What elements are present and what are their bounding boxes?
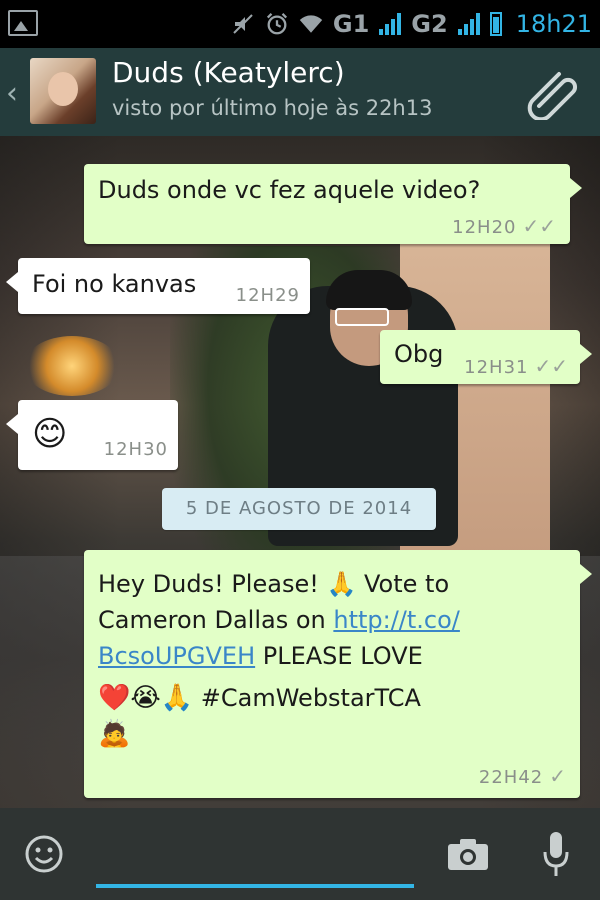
network-label-1: G1: [332, 10, 370, 38]
signal-icon: [379, 13, 402, 35]
smiley-icon[interactable]: [24, 834, 64, 874]
date-separator: 5 DE AGOSTO DE 2014: [162, 488, 436, 530]
wallpaper-person-cap: [326, 270, 412, 310]
message-text-part: Cameron Dallas on: [98, 606, 334, 634]
message-time: 12H20: [452, 217, 517, 238]
network-label-2: G2: [411, 10, 448, 38]
hashtag: #CamWebstarTCA: [193, 684, 421, 712]
avatar[interactable]: [30, 58, 96, 124]
battery-icon: [489, 12, 502, 36]
message-text-part: PLEASE LOVE: [255, 642, 423, 670]
message-line-5: 🙇: [98, 716, 566, 752]
message-line-4: ❤️😭🙏 #CamWebstarTCA: [98, 680, 566, 716]
message-bubble[interactable]: Duds onde vc fez aquele video? 12H20 ✓✓: [84, 164, 582, 244]
contact-name: Duds (Keatylerc): [112, 56, 345, 89]
message-text: Foi no kanvas: [32, 270, 197, 298]
smile-emoji: 😊: [32, 414, 68, 454]
message-text: Obg: [394, 340, 444, 368]
message-input[interactable]: [96, 828, 418, 884]
alarm-icon: [265, 12, 289, 36]
camera-icon[interactable]: [446, 836, 490, 872]
clock: 18h21: [515, 10, 592, 38]
input-underline: [96, 884, 414, 888]
microphone-icon[interactable]: [542, 830, 570, 880]
back-chevron-icon[interactable]: ‹: [6, 76, 18, 111]
message-bubble[interactable]: Hey Duds! Please! 🙏 Vote to Cameron Dall…: [84, 550, 592, 798]
image-notification-icon: [8, 10, 38, 36]
message-text: Duds onde vc fez aquele video?: [98, 176, 481, 204]
message-line-3: BcsoUPGVEH PLEASE LOVE: [98, 638, 566, 674]
last-seen: visto por último hoje às 22h13: [112, 96, 433, 120]
signal-icon-2: [457, 13, 480, 35]
chat-area[interactable]: Duds onde vc fez aquele video? 12H20 ✓✓ F…: [0, 136, 600, 808]
message-time: 12H31: [464, 357, 529, 378]
wifi-icon: [299, 12, 323, 36]
check-icon: ✓: [549, 764, 566, 788]
message-line-2: Cameron Dallas on http://t.co/: [98, 602, 566, 638]
message-bubble[interactable]: Foi no kanvas 12H29: [6, 258, 310, 314]
bow-emoji: 🙇: [98, 719, 131, 749]
emoji-group: ❤️😭🙏: [98, 683, 194, 713]
wallpaper-person-glasses: [335, 308, 389, 326]
message-link[interactable]: http://t.co/: [333, 606, 460, 634]
message-text-part: Hey Duds! Please!: [98, 570, 327, 598]
mute-icon: [231, 12, 255, 36]
message-link-continued[interactable]: BcsoUPGVEH: [98, 642, 255, 670]
input-bar: [0, 808, 600, 900]
status-icons: G1 G2 18h21: [231, 8, 592, 40]
chat-header[interactable]: ‹ Duds (Keatylerc) visto por último hoje…: [0, 48, 600, 136]
message-bubble[interactable]: 😊 12H30: [6, 400, 178, 470]
paperclip-icon[interactable]: [525, 62, 583, 122]
status-bar: G1 G2 18h21: [0, 0, 600, 48]
message-text-part: Vote to: [356, 570, 450, 598]
double-check-icon: ✓✓: [522, 214, 556, 238]
message-time: 12H29: [235, 285, 300, 306]
message-time: 22H42: [478, 767, 544, 788]
message-line-1: Hey Duds! Please! 🙏 Vote to: [98, 566, 566, 602]
message-bubble[interactable]: Obg 12H31 ✓✓: [380, 330, 592, 384]
pray-emoji: 🙏: [326, 570, 357, 598]
wallpaper-light: [24, 336, 120, 396]
double-check-icon: ✓✓: [534, 354, 568, 378]
message-time: 12H30: [103, 439, 168, 460]
